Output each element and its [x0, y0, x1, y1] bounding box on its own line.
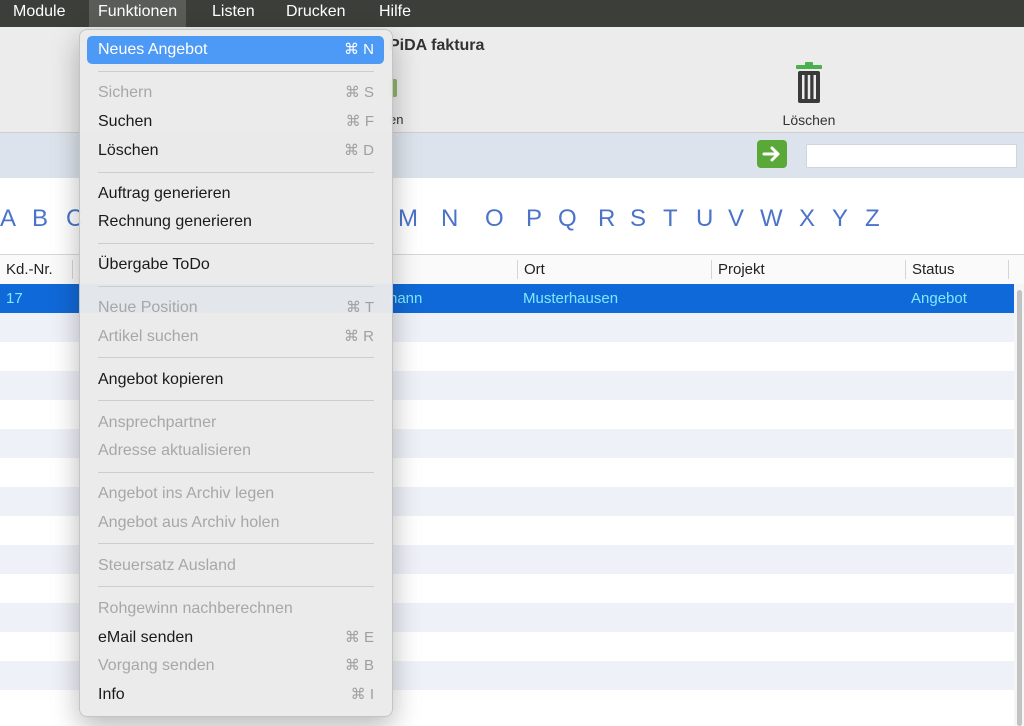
- menu-item-suchen[interactable]: Suchen ⌘ F: [87, 108, 384, 136]
- menu-item-label: Artikel suchen: [98, 328, 199, 345]
- letter-u[interactable]: U: [696, 205, 713, 233]
- go-button[interactable]: [757, 140, 787, 168]
- menu-separator: [98, 400, 374, 401]
- menu-item-steuersatz-ausland: Steuersatz Ausland: [87, 552, 384, 580]
- menu-item-label: Steuersatz Ausland: [98, 557, 236, 574]
- menu-item-shortcut: ⌘ E: [344, 629, 374, 646]
- menu-item-label: Rohgewinn nachberechnen: [98, 600, 293, 617]
- menu-separator: [98, 586, 374, 587]
- menu-item-label: Neues Angebot: [98, 41, 208, 58]
- menu-item-shortcut: ⌘ N: [344, 41, 374, 58]
- menu-item-adresse-aktualisieren: Adresse aktualisieren: [87, 437, 384, 465]
- cell-ort: Musterhausen: [523, 290, 619, 307]
- menu-item-loeschen[interactable]: Löschen ⌘ D: [87, 137, 384, 165]
- letter-s[interactable]: S: [630, 205, 646, 233]
- menu-item-label: eMail senden: [98, 629, 194, 646]
- menu-item-label: Ansprechpartner: [98, 414, 217, 431]
- menu-separator: [98, 543, 374, 544]
- cell-status: Angebot: [911, 290, 967, 307]
- header-status[interactable]: Status: [906, 255, 955, 284]
- search-input[interactable]: [806, 144, 1017, 168]
- menu-separator: [98, 71, 374, 72]
- letter-t[interactable]: T: [663, 205, 678, 233]
- cell-name: nann: [389, 290, 423, 307]
- menu-item-label: Vorgang senden: [98, 657, 215, 674]
- letter-r[interactable]: R: [598, 205, 615, 233]
- delete-button[interactable]: Löschen: [776, 62, 842, 130]
- menu-item-sichern: Sichern ⌘ S: [87, 79, 384, 107]
- header-divider: [72, 260, 73, 279]
- letter-z[interactable]: Z: [865, 205, 880, 233]
- menu-item-label: Rechnung generieren: [98, 213, 252, 230]
- menu-item-label: Löschen: [98, 142, 159, 159]
- menu-module[interactable]: Module: [4, 0, 74, 27]
- letter-q[interactable]: Q: [558, 205, 577, 233]
- menu-separator: [98, 243, 374, 244]
- header-ort[interactable]: Ort: [518, 255, 545, 284]
- menu-item-shortcut: ⌘ F: [345, 113, 374, 130]
- letter-y[interactable]: Y: [832, 205, 848, 233]
- menu-item-archiv-holen: Angebot aus Archiv holen: [87, 509, 384, 537]
- letter-v[interactable]: V: [728, 205, 744, 233]
- header-projekt[interactable]: Projekt: [712, 255, 765, 284]
- letter-m[interactable]: M: [398, 205, 418, 233]
- menu-separator: [98, 286, 374, 287]
- menu-item-label: Suchen: [98, 113, 153, 130]
- menu-item-label: Angebot ins Archiv legen: [98, 485, 275, 502]
- letter-o[interactable]: O: [485, 205, 504, 233]
- menu-item-shortcut: ⌘ B: [344, 657, 374, 674]
- menu-item-shortcut: ⌘ T: [345, 299, 374, 316]
- menu-item-email-senden[interactable]: eMail senden ⌘ E: [87, 624, 384, 652]
- menu-bar: Module Funktionen Listen Drucken Hilfe: [0, 0, 1024, 27]
- menu-item-label: Angebot kopieren: [98, 371, 224, 388]
- menu-item-shortcut: ⌘ R: [344, 328, 374, 345]
- letter-b[interactable]: B: [32, 205, 48, 233]
- funktionen-dropdown: Neues Angebot ⌘ N Sichern ⌘ S Suchen ⌘ F…: [79, 29, 393, 717]
- cell-kdnr: 17: [6, 290, 23, 307]
- menu-item-artikel-suchen: Artikel suchen ⌘ R: [87, 323, 384, 351]
- menu-item-label: Auftrag generieren: [98, 185, 231, 202]
- header-kdnr[interactable]: Kd.-Nr.: [0, 255, 53, 284]
- menu-item-neue-position: Neue Position ⌘ T: [87, 294, 384, 322]
- menu-item-ansprechpartner: Ansprechpartner: [87, 409, 384, 437]
- menu-item-label: Adresse aktualisieren: [98, 442, 251, 459]
- menu-listen[interactable]: Listen: [203, 0, 264, 27]
- menu-item-rechnung-generieren[interactable]: Rechnung generieren: [87, 208, 384, 236]
- letter-n[interactable]: N: [441, 205, 458, 233]
- menu-item-label: Angebot aus Archiv holen: [98, 514, 280, 531]
- menu-item-uebergabe-todo[interactable]: Übergabe ToDo: [87, 251, 384, 279]
- menu-item-vorgang-senden: Vorgang senden ⌘ B: [87, 652, 384, 680]
- menu-item-shortcut: ⌘ D: [344, 142, 374, 159]
- menu-item-label: Neue Position: [98, 299, 198, 316]
- menu-separator: [98, 472, 374, 473]
- menu-item-shortcut: ⌘ S: [344, 84, 374, 101]
- menu-item-label: Sichern: [98, 84, 153, 101]
- menu-item-archiv-legen: Angebot ins Archiv legen: [87, 480, 384, 508]
- menu-item-label: Übergabe ToDo: [98, 256, 210, 273]
- menu-separator: [98, 172, 374, 173]
- scrollbar-thumb[interactable]: [1017, 290, 1022, 726]
- menu-item-info[interactable]: Info ⌘ I: [87, 681, 384, 709]
- trash-icon: [796, 62, 822, 103]
- menu-item-neues-angebot[interactable]: Neues Angebot ⌘ N: [87, 36, 384, 64]
- menu-item-angebot-kopieren[interactable]: Angebot kopieren: [87, 366, 384, 394]
- header-divider: [1008, 260, 1009, 279]
- menu-drucken[interactable]: Drucken: [277, 0, 355, 27]
- menu-item-auftrag-generieren[interactable]: Auftrag generieren: [87, 180, 384, 208]
- window-title: PiDA faktura: [389, 37, 485, 54]
- letter-x[interactable]: X: [799, 205, 815, 233]
- arrow-right-icon: [762, 146, 780, 162]
- delete-label: Löschen: [782, 112, 836, 128]
- menu-funktionen[interactable]: Funktionen: [89, 0, 187, 27]
- menu-hilfe[interactable]: Hilfe: [370, 0, 420, 27]
- letter-a[interactable]: A: [0, 205, 16, 233]
- letter-w[interactable]: W: [760, 205, 783, 233]
- menu-item-rohgewinn: Rohgewinn nachberechnen: [87, 595, 384, 623]
- menu-separator: [98, 357, 374, 358]
- menu-item-shortcut: ⌘ I: [350, 686, 374, 703]
- menu-item-label: Info: [98, 686, 125, 703]
- letter-p[interactable]: P: [526, 205, 542, 233]
